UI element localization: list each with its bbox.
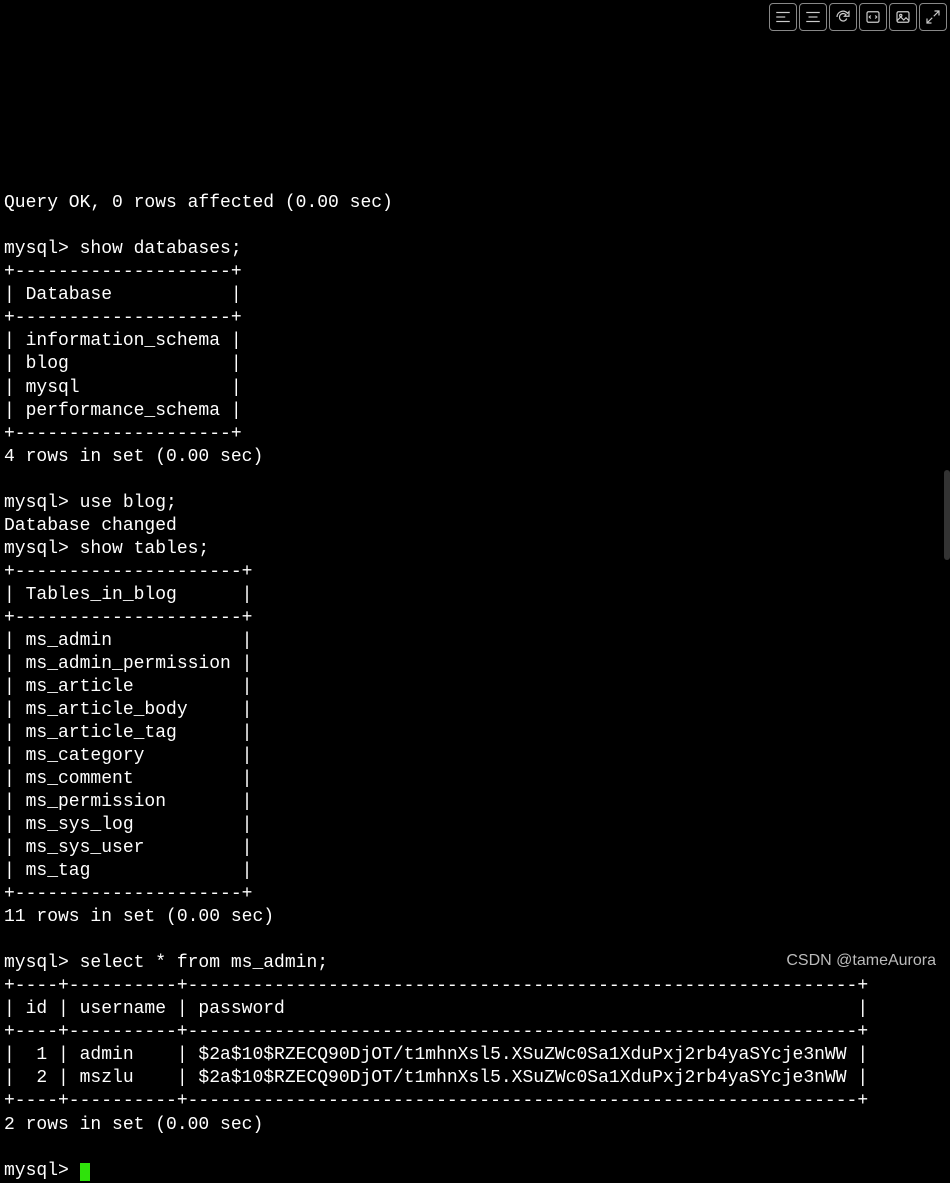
db-row: | information_schema | xyxy=(4,331,242,351)
db-row: | mysql | xyxy=(4,378,242,398)
tbl-row: | ms_admin_permission | xyxy=(4,654,252,674)
tbl-border-top: +---------------------+ xyxy=(4,562,252,582)
adm-header: | id | username | password | xyxy=(4,999,868,1019)
tbl-header: | Tables_in_blog | xyxy=(4,585,252,605)
adm-border-mid: +----+----------+-----------------------… xyxy=(4,1022,868,1042)
tbl-row: | ms_sys_log | xyxy=(4,815,252,835)
prompt-show-databases: mysql> show databases; xyxy=(4,239,242,259)
toolbar-center-align-icon[interactable] xyxy=(799,3,827,31)
tbl-border-mid: +---------------------+ xyxy=(4,608,252,628)
toolbar-code-icon[interactable] xyxy=(859,3,887,31)
scrollbar[interactable] xyxy=(944,470,950,560)
tbl-row: | ms_tag | xyxy=(4,861,252,881)
db-row: | blog | xyxy=(4,354,242,374)
tbl-footer: 11 rows in set (0.00 sec) xyxy=(4,907,274,927)
tbl-row: | ms_category | xyxy=(4,746,252,766)
adm-row: | 1 | admin | $2a$10$RZECQ90DjOT/t1mhnXs… xyxy=(4,1045,868,1065)
tbl-row: | ms_permission | xyxy=(4,792,252,812)
adm-border-top: +----+----------+-----------------------… xyxy=(4,976,868,996)
tbl-row: | ms_article | xyxy=(4,677,252,697)
database-changed: Database changed xyxy=(4,516,177,536)
prompt-select: mysql> select * from ms_admin; xyxy=(4,953,328,973)
tbl-border-bot: +---------------------+ xyxy=(4,884,252,904)
db-border-top: +--------------------+ xyxy=(4,262,242,282)
query-ok-line: Query OK, 0 rows affected (0.00 sec) xyxy=(4,193,393,213)
tbl-row: | ms_article_body | xyxy=(4,700,252,720)
db-border-mid: +--------------------+ xyxy=(4,308,242,328)
tbl-row: | ms_comment | xyxy=(4,769,252,789)
prompt-use-blog: mysql> use blog; xyxy=(4,493,177,513)
db-header: | Database | xyxy=(4,285,242,305)
watermark: CSDN @tameAurora xyxy=(786,951,936,971)
tbl-row: | ms_article_tag | xyxy=(4,723,252,743)
adm-footer: 2 rows in set (0.00 sec) xyxy=(4,1115,263,1135)
db-row: | performance_schema | xyxy=(4,401,242,421)
toolbar-refresh-icon[interactable] xyxy=(829,3,857,31)
toolbar-image-icon[interactable] xyxy=(889,3,917,31)
tbl-row: | ms_admin | xyxy=(4,631,252,651)
db-border-bot: +--------------------+ xyxy=(4,424,242,444)
prompt-final[interactable]: mysql> xyxy=(4,1161,90,1181)
toolbar-fullscreen-icon[interactable] xyxy=(919,3,947,31)
toolbar xyxy=(767,3,947,31)
cursor-icon xyxy=(80,1163,90,1181)
toolbar-left-align-icon[interactable] xyxy=(769,3,797,31)
db-footer: 4 rows in set (0.00 sec) xyxy=(4,447,263,467)
adm-row: | 2 | mszlu | $2a$10$RZECQ90DjOT/t1mhnXs… xyxy=(4,1068,868,1088)
adm-border-bot: +----+----------+-----------------------… xyxy=(4,1091,868,1111)
tbl-row: | ms_sys_user | xyxy=(4,838,252,858)
prompt-show-tables: mysql> show tables; xyxy=(4,539,209,559)
